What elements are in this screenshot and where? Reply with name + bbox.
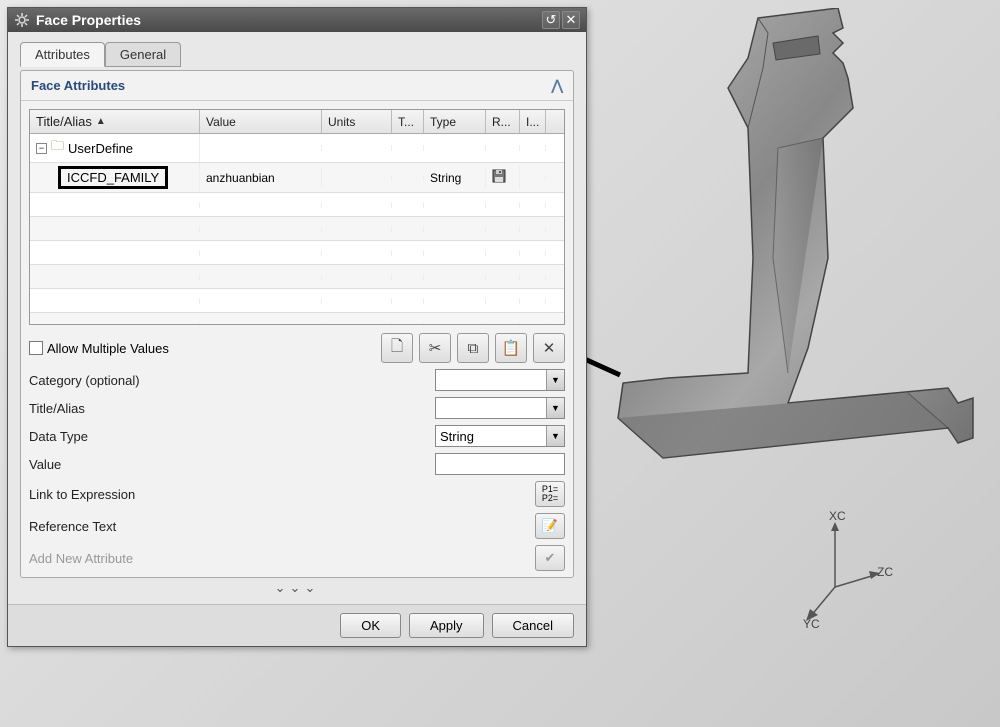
titlebar[interactable]: Face Properties ↺ ✕ bbox=[8, 8, 586, 32]
csys-triad: XC ZC YC bbox=[785, 517, 885, 617]
col-value[interactable]: Value bbox=[200, 110, 322, 133]
add-attribute-button[interactable]: ✔ bbox=[535, 545, 565, 571]
col-units[interactable]: Units bbox=[322, 110, 392, 133]
axis-xc-label: XC bbox=[829, 509, 846, 523]
datatype-dropdown[interactable]: String▼ bbox=[435, 425, 565, 447]
group-row[interactable]: − 🗀 UserDefine bbox=[30, 134, 564, 163]
col-i[interactable]: I... bbox=[520, 110, 546, 133]
dialog-title: Face Properties bbox=[36, 12, 540, 28]
viewport-3d-model bbox=[608, 8, 978, 568]
chevron-down-icon: ▼ bbox=[546, 398, 564, 418]
collapse-icon[interactable]: ⋀ bbox=[552, 77, 563, 94]
col-t[interactable]: T... bbox=[392, 110, 424, 133]
value-input[interactable] bbox=[435, 453, 565, 475]
link-expression-button[interactable]: P1=P2= bbox=[535, 481, 565, 507]
titlealias-label: Title/Alias bbox=[29, 401, 427, 416]
new-button[interactable]: 🗋 bbox=[381, 333, 413, 363]
cut-button[interactable]: ✂ bbox=[419, 333, 451, 363]
col-type[interactable]: Type bbox=[424, 110, 486, 133]
tabs-row: Attributes General bbox=[20, 42, 574, 67]
chevron-down-icon: ▼ bbox=[546, 370, 564, 390]
apply-button[interactable]: Apply bbox=[409, 613, 484, 638]
disk-icon bbox=[492, 169, 506, 183]
axis-yc-label: YC bbox=[803, 617, 820, 631]
axis-zc-label: ZC bbox=[877, 565, 893, 579]
ok-button[interactable]: OK bbox=[340, 613, 401, 638]
col-title[interactable]: Title/Alias ▲ bbox=[30, 110, 200, 133]
category-dropdown[interactable]: ▼ bbox=[435, 369, 565, 391]
value-label: Value bbox=[29, 457, 427, 472]
chevron-down-icon: ▼ bbox=[546, 426, 564, 446]
attr-title-highlight: ICCFD_FAMILY bbox=[58, 166, 168, 189]
group-label: UserDefine bbox=[68, 141, 133, 156]
allow-multiple-checkbox[interactable]: Allow Multiple Values bbox=[29, 341, 169, 356]
sort-asc-icon: ▲ bbox=[96, 116, 106, 127]
col-r[interactable]: R... bbox=[486, 110, 520, 133]
section-title: Face Attributes bbox=[31, 78, 125, 93]
checkbox-icon bbox=[29, 341, 43, 355]
titlealias-dropdown[interactable]: ▼ bbox=[435, 397, 565, 419]
expand-footer[interactable]: ⌄⌄⌄ bbox=[20, 578, 574, 598]
reset-button[interactable]: ↺ bbox=[542, 11, 560, 29]
gear-icon bbox=[14, 12, 30, 28]
tree-collapse-icon[interactable]: − bbox=[36, 143, 47, 154]
link-label: Link to Expression bbox=[29, 487, 527, 502]
tab-general[interactable]: General bbox=[105, 42, 181, 67]
tab-attributes[interactable]: Attributes bbox=[20, 42, 105, 67]
reftext-label: Reference Text bbox=[29, 519, 527, 534]
reference-text-button[interactable]: 📝 bbox=[535, 513, 565, 539]
addnew-label: Add New Attribute bbox=[29, 551, 527, 566]
copy-button[interactable]: ⧉ bbox=[457, 333, 489, 363]
attribute-row[interactable]: ICCFD_FAMILY anzhuanbian String bbox=[30, 163, 564, 193]
close-button[interactable]: ✕ bbox=[562, 11, 580, 29]
face-properties-dialog: Face Properties ↺ ✕ Attributes General F… bbox=[7, 7, 587, 647]
attr-value-cell: anzhuanbian bbox=[200, 168, 322, 188]
delete-button[interactable]: ✕ bbox=[533, 333, 565, 363]
cancel-button[interactable]: Cancel bbox=[492, 613, 574, 638]
paste-button[interactable]: 📋 bbox=[495, 333, 527, 363]
allow-multiple-label: Allow Multiple Values bbox=[47, 341, 169, 356]
attr-type-cell: String bbox=[424, 168, 486, 188]
folder-icon: 🗀 bbox=[51, 137, 64, 159]
datatype-label: Data Type bbox=[29, 429, 427, 444]
attributes-grid: Title/Alias ▲ Value Units T... Type R...… bbox=[29, 109, 565, 325]
category-label: Category (optional) bbox=[29, 373, 427, 388]
